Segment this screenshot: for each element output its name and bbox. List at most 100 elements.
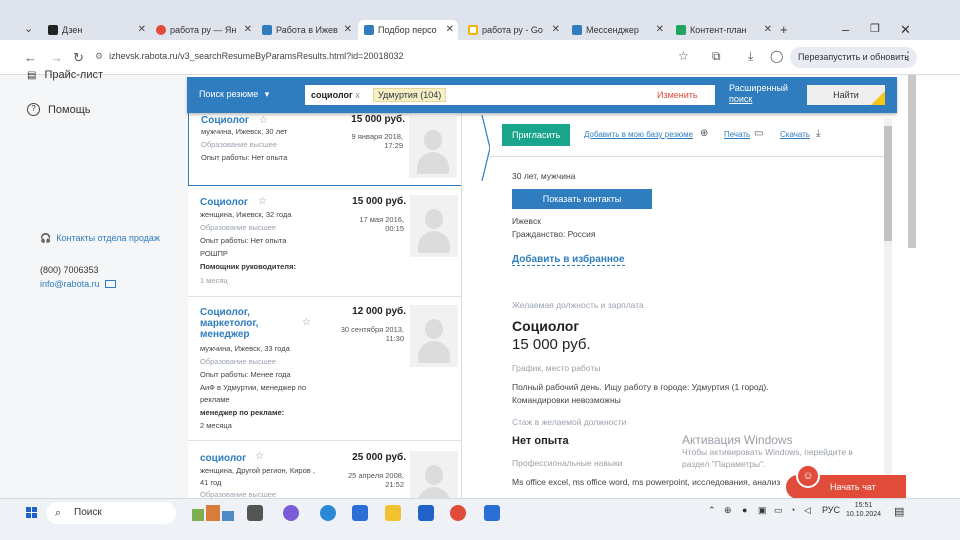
site-info-icon[interactable]: ⚙ bbox=[95, 51, 103, 62]
search-mode-dropdown[interactable]: Поиск резюме ▾ bbox=[199, 89, 269, 100]
rabota-favicon-icon bbox=[262, 25, 272, 35]
wifi-icon[interactable]: ◔ bbox=[790, 505, 795, 515]
edge-icon[interactable] bbox=[320, 505, 336, 521]
detail-scrollbar-thumb[interactable] bbox=[884, 126, 892, 241]
resume-title-link[interactable]: Социолог bbox=[201, 115, 301, 126]
close-tab-icon[interactable]: ✕ bbox=[344, 24, 352, 35]
resume-card[interactable]: Социолог ☆ 15 000 руб. 9 января 2018, 17… bbox=[188, 113, 461, 186]
sidebar-item-pricelist[interactable]: ▤ Прайс-лист bbox=[27, 69, 103, 81]
resume-experience: Опыт работы: Нет опыта bbox=[201, 153, 288, 162]
favorite-star-icon[interactable]: ☆ bbox=[258, 196, 267, 207]
tab-search-icon[interactable]: ⌄ bbox=[24, 22, 33, 35]
weather-widget-icon[interactable] bbox=[190, 501, 236, 523]
mail-app-icon[interactable] bbox=[352, 505, 368, 521]
tab-content-plan[interactable]: Контент-план ✕ bbox=[670, 20, 776, 40]
tab-yandex[interactable]: работа ру — Ян ✕ bbox=[150, 20, 256, 40]
download-link[interactable]: Скачать bbox=[780, 130, 810, 139]
restart-update-button[interactable]: Перезапустить и обновить bbox=[790, 47, 917, 68]
chrome-icon[interactable] bbox=[450, 505, 466, 521]
tray-notification-icon[interactable]: ▣ bbox=[758, 505, 767, 516]
watermark-line: раздел "Параметры". bbox=[682, 459, 766, 469]
close-tab-icon[interactable]: ✕ bbox=[446, 24, 454, 35]
tab-personnel-search[interactable]: Подбор персо ✕ bbox=[358, 20, 458, 40]
mail-icon bbox=[104, 280, 116, 288]
search-icon: ⌕ bbox=[55, 507, 62, 519]
resume-education: Образование высшее bbox=[200, 357, 277, 366]
tab-google[interactable]: работа ру - Go ✕ bbox=[462, 20, 564, 40]
change-region-link[interactable]: Изменить bbox=[657, 90, 698, 100]
print-link[interactable]: Печать bbox=[724, 130, 750, 139]
windows-activation-watermark: Активация Windows Чтобы активировать Win… bbox=[682, 434, 853, 470]
sales-email-link[interactable]: info@rabota.ru bbox=[40, 279, 116, 289]
close-tab-icon[interactable]: ✕ bbox=[138, 24, 146, 35]
show-contacts-button[interactable]: Показать контакты bbox=[512, 189, 652, 209]
resume-title-link[interactable]: социолог bbox=[200, 453, 300, 464]
windows-taskbar: ⌕ Поиск ⌃ ⊕ ● ▣ ▭ ◔ ◁ РУС 15:51 10.10.20… bbox=[0, 498, 960, 540]
add-to-base-link[interactable]: Добавить в мою базу резюме bbox=[584, 130, 693, 139]
extensions-icon[interactable]: ⧉ bbox=[712, 49, 721, 64]
resume-title-link[interactable]: Социолог bbox=[200, 197, 300, 208]
volume-icon[interactable]: ◁ bbox=[804, 505, 811, 516]
date-line: 25 апреля 2008, bbox=[347, 471, 404, 480]
tab-dzen[interactable]: Дзен ✕ bbox=[42, 20, 150, 40]
close-tab-icon[interactable]: ✕ bbox=[656, 24, 664, 35]
download-arrow-icon[interactable]: ⤓ bbox=[816, 128, 820, 139]
tray-app-icon[interactable]: ⊕ bbox=[724, 505, 732, 516]
tab-messenger[interactable]: Мессенджер ✕ bbox=[566, 20, 668, 40]
close-tab-icon[interactable]: ✕ bbox=[764, 24, 772, 35]
back-icon[interactable]: ← bbox=[24, 50, 37, 65]
favorite-star-icon[interactable]: ☆ bbox=[255, 451, 264, 462]
restore-icon[interactable]: ❐ bbox=[870, 22, 880, 35]
new-tab-button[interactable]: + bbox=[780, 22, 788, 37]
close-window-icon[interactable]: ✕ bbox=[900, 22, 911, 38]
advanced-search-link[interactable]: Расширенный поиск bbox=[729, 83, 788, 105]
browser-menu-icon[interactable]: ⋮ bbox=[902, 49, 914, 63]
clear-query-icon[interactable]: x bbox=[355, 90, 360, 100]
notifications-icon[interactable]: ▤ bbox=[894, 505, 904, 518]
clock-time: 15:51 bbox=[854, 502, 873, 509]
taskbar-clock[interactable]: 15:51 10.10.2024 bbox=[846, 501, 881, 519]
battery-icon[interactable]: ▭ bbox=[774, 505, 783, 516]
advanced-label: Расширенный bbox=[729, 83, 788, 93]
resume-salary: 25 000 руб. bbox=[352, 452, 406, 463]
store-icon[interactable] bbox=[418, 505, 434, 521]
tray-expand-icon[interactable]: ⌃ bbox=[708, 505, 716, 516]
forward-icon[interactable]: → bbox=[50, 50, 63, 65]
printer-icon[interactable]: ▭ bbox=[754, 128, 763, 139]
file-explorer-icon[interactable] bbox=[385, 505, 401, 521]
tab-rabota-izhevsk[interactable]: Работа в Ижев ✕ bbox=[256, 20, 356, 40]
favorite-star-icon[interactable]: ☆ bbox=[259, 115, 268, 126]
resume-title-link[interactable]: Социолог, маркетолог, менеджер bbox=[200, 307, 300, 340]
profile-icon[interactable]: ◯ bbox=[770, 49, 783, 63]
close-tab-icon[interactable]: ✕ bbox=[244, 24, 252, 35]
add-to-favorites-link[interactable]: Добавить в избранное bbox=[512, 254, 625, 266]
invite-button[interactable]: Пригласить bbox=[502, 124, 571, 146]
resume-card[interactable]: социолог ☆ 25 000 руб. 25 апреля 2008, 2… bbox=[188, 441, 461, 498]
microphone-icon[interactable]: ● bbox=[742, 505, 747, 515]
resume-card[interactable]: Социолог, маркетолог, менеджер ☆ 12 000 … bbox=[188, 297, 461, 441]
chat-bubble-icon[interactable]: ☺ bbox=[796, 464, 820, 488]
time-line: 11:30 bbox=[385, 334, 404, 343]
url-field[interactable]: ⚙ izhevsk.rabota.ru/v3_searchResumeByPara… bbox=[95, 51, 403, 62]
download-icon[interactable]: ⤓ bbox=[748, 49, 753, 64]
copilot-icon[interactable] bbox=[283, 505, 299, 521]
photos-icon[interactable] bbox=[484, 505, 500, 521]
search-input[interactable]: социолог x Удмуртия (104) bbox=[305, 85, 715, 105]
page-scrollbar-thumb[interactable] bbox=[908, 75, 916, 248]
resume-card[interactable]: Социолог ☆ 15 000 руб. 17 мая 2016, 00:1… bbox=[188, 187, 461, 297]
close-tab-icon[interactable]: ✕ bbox=[552, 24, 560, 35]
region-tag[interactable]: Удмуртия (104) bbox=[373, 88, 447, 102]
reload-icon[interactable]: ↻ bbox=[73, 50, 84, 66]
favorite-star-icon[interactable]: ☆ bbox=[302, 317, 311, 328]
add-circle-icon[interactable]: ⊕ bbox=[700, 128, 708, 139]
taskbar-search[interactable]: ⌕ Поиск bbox=[46, 502, 176, 524]
task-view-icon[interactable] bbox=[247, 505, 263, 521]
minimize-icon[interactable]: – bbox=[842, 22, 849, 37]
language-indicator[interactable]: РУС bbox=[822, 505, 840, 515]
sales-contacts-link[interactable]: 🎧 Контакты отдела продаж bbox=[40, 233, 160, 244]
sales-contacts-label: Контакты отдела продаж bbox=[56, 233, 160, 243]
bookmark-star-icon[interactable]: ☆ bbox=[678, 49, 689, 63]
find-button[interactable]: Найти bbox=[807, 85, 885, 105]
windows-start-icon[interactable] bbox=[26, 507, 38, 519]
sidebar-item-help[interactable]: ? Помощь bbox=[27, 103, 91, 116]
